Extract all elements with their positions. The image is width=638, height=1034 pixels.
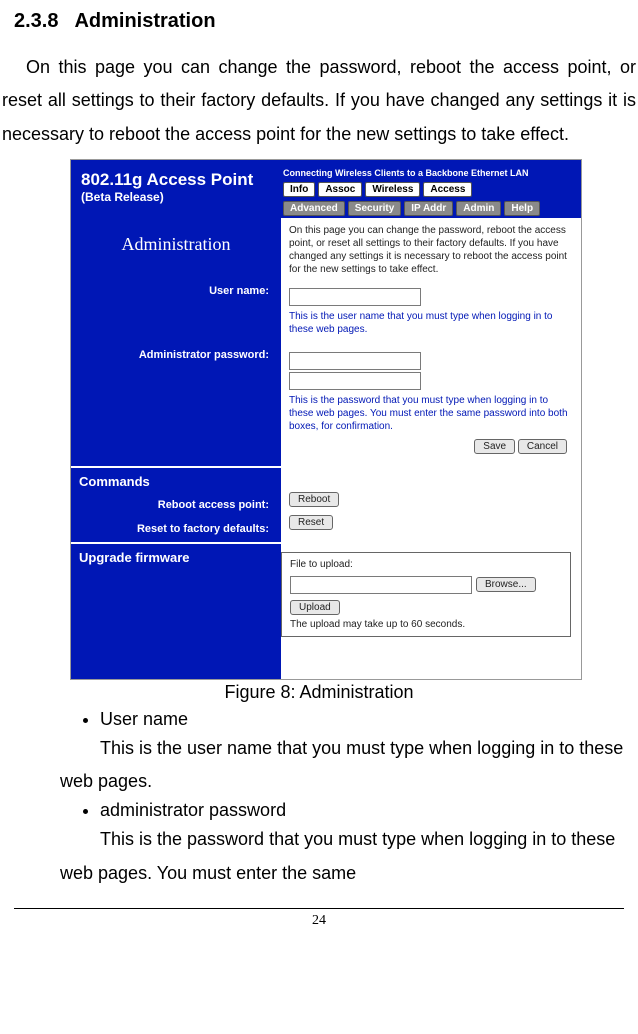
password-help: This is the password that you must type … [289,394,573,433]
commands-right-col: Reboot Reset [281,468,581,542]
section-heading: 2.3.8 Administration [14,10,638,33]
section-title: Administration [74,10,215,32]
tab-admin[interactable]: Admin [456,201,501,216]
tab-row-1: Info Assoc Wireless Access [281,180,581,199]
username-help: This is the user name that you must type… [289,310,573,336]
upgrade-right-col: File to upload: Browse... Upload The upl… [281,544,581,679]
username-label: User name: [209,279,275,303]
tab-security[interactable]: Security [348,201,401,216]
reboot-label: Reboot access point: [158,493,275,517]
password-input-2[interactable] [289,372,421,390]
bullet-username-desc: This is the user name that you must type… [60,732,624,799]
reset-label: Reset to factory defaults: [137,517,275,541]
admin-block: Administration User name: Administrator … [71,218,581,468]
admin-left-col: Administration User name: Administrator … [71,218,281,466]
tab-assoc[interactable]: Assoc [318,182,362,197]
file-path-input[interactable] [290,576,472,594]
cancel-button[interactable]: Cancel [518,439,567,454]
browse-button[interactable]: Browse... [476,577,536,592]
bullet-username: User name [100,709,618,730]
admin-description: On this page you can change the password… [289,224,573,276]
upgrade-title: Upgrade firmware [71,544,281,569]
footer-rule [14,908,624,909]
banner-title: 802.11g Access Point [81,170,271,190]
password-input-1[interactable] [289,352,421,370]
tab-info[interactable]: Info [283,182,315,197]
save-cancel-row: Save Cancel [289,433,573,460]
bullet-password-desc: This is the password that you must type … [60,823,624,890]
reboot-button[interactable]: Reboot [289,492,339,507]
intro-paragraph: On this page you can change the password… [2,51,636,151]
bullet-list: User name [60,709,638,730]
tab-advanced[interactable]: Advanced [283,201,345,216]
banner-subtitle: (Beta Release) [81,190,271,204]
commands-left-col: Commands Reboot access point: Reset to f… [71,468,281,542]
file-row: Browse... [290,576,562,594]
password-label: Administrator password: [139,343,275,367]
tab-ipaddr[interactable]: IP Addr [404,201,453,216]
banner: 802.11g Access Point (Beta Release) Conn… [71,160,581,218]
banner-right: Connecting Wireless Clients to a Backbon… [281,160,581,218]
upload-button[interactable]: Upload [290,600,340,615]
commands-title: Commands [71,468,281,493]
admin-heading: Administration [71,218,281,279]
reset-button[interactable]: Reset [289,515,333,530]
tab-row-2: Advanced Security IP Addr Admin Help [281,199,581,218]
figure-caption: Figure 8: Administration [0,682,638,703]
commands-block: Commands Reboot access point: Reset to f… [71,468,581,544]
section-number: 2.3.8 [14,10,58,32]
file-label: File to upload: [290,559,562,570]
tab-help[interactable]: Help [504,201,540,216]
banner-left: 802.11g Access Point (Beta Release) [71,160,281,218]
tab-access[interactable]: Access [423,182,472,197]
save-button[interactable]: Save [474,439,515,454]
upgrade-block: Upgrade firmware File to upload: Browse.… [71,544,581,679]
username-input[interactable] [289,288,421,306]
upload-note: The upload may take up to 60 seconds. [290,619,562,630]
upload-box: File to upload: Browse... Upload The upl… [281,552,571,637]
banner-caption: Connecting Wireless Clients to a Backbon… [281,166,581,180]
bullet-password: administrator password [100,800,618,821]
upgrade-left-col: Upgrade firmware [71,544,281,679]
figure-screenshot: 802.11g Access Point (Beta Release) Conn… [70,159,582,680]
page-number: 24 [0,913,638,929]
tab-wireless[interactable]: Wireless [365,182,420,197]
admin-right-col: On this page you can change the password… [281,218,581,466]
bullet-list-2: administrator password [60,800,638,821]
